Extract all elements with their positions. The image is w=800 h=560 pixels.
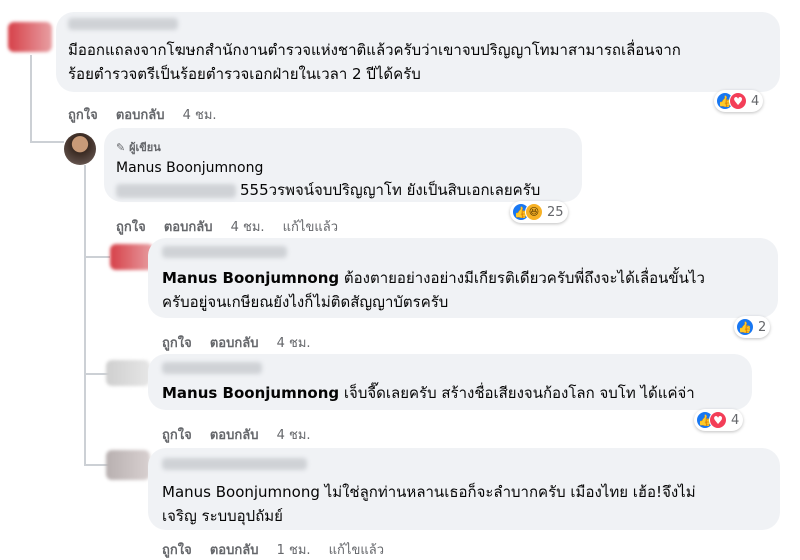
timestamp[interactable]: 4 ชม. (277, 428, 311, 443)
avatar[interactable] (106, 450, 150, 480)
reaction-count: 4 (731, 412, 740, 428)
comment-actions: ถูกใจ ตอบกลับ 4 ชม. (162, 424, 325, 445)
reaction-summary[interactable]: 👍 ♥ 4 (694, 409, 744, 431)
author-badge: ✎ ผู้เขียน (116, 141, 161, 154)
thread-connector (84, 256, 110, 258)
edited-label[interactable]: แก้ไขแล้ว (329, 543, 384, 558)
reaction-summary[interactable]: 👍 2 (734, 316, 771, 338)
comment-actions: ถูกใจ ตอบกลับ 4 ชม. (162, 332, 325, 353)
mention-redacted (116, 184, 236, 198)
comment-actions: ถูกใจ ตอบกลับ 1 ชม. แก้ไขแล้ว (162, 539, 398, 560)
reaction-count: 25 (547, 204, 564, 220)
comment-text: 555วรพจน์จบปริญญาโท ยังเป็นสิบเอกเลยครับ (240, 181, 541, 199)
avatar[interactable] (8, 22, 52, 52)
reply-link[interactable]: ตอบกลับ (116, 108, 165, 123)
comment-text: Manus Boonjumnong เจ็บจี๊ดเลยครับ สร้างช… (162, 384, 695, 402)
comment-actions: ถูกใจ ตอบกลับ 4 ชม. แก้ไขแล้ว (116, 216, 352, 237)
love-icon: ♥ (729, 92, 747, 110)
timestamp[interactable]: 1 ชม. (277, 543, 311, 558)
like-link[interactable]: ถูกใจ (162, 428, 192, 443)
commenter-name[interactable]: Manus Boonjumnong (116, 156, 263, 180)
timestamp[interactable]: 4 ชม. (277, 336, 311, 351)
like-link[interactable]: ถูกใจ (116, 220, 146, 235)
reaction-summary[interactable]: 👍 😆 25 (510, 201, 568, 223)
like-link[interactable]: ถูกใจ (162, 543, 192, 558)
like-icon: 👍 (736, 318, 754, 336)
reply-link[interactable]: ตอบกลับ (164, 220, 213, 235)
comment-text: ครับอยู่จนเกษียณยังไงก็ไม่ติดสัญญาบัตรคร… (162, 293, 449, 311)
comment-text: Manus Boonjumnong ต้องตายอย่างอย่างมีเกี… (162, 269, 705, 287)
reply-link[interactable]: ตอบกลับ (210, 336, 259, 351)
love-icon: ♥ (709, 411, 727, 429)
reply-link[interactable]: ตอบกลับ (210, 428, 259, 443)
haha-icon: 😆 (525, 203, 543, 221)
commenter-name-redacted (68, 18, 178, 30)
comment-text: มีออกแถลงจากโฆษกสำนักงานตำรวจแห่งชาติแล้… (68, 41, 681, 59)
thread-line (30, 55, 32, 143)
timestamp[interactable]: 4 ชม. (183, 108, 217, 123)
thread-line (84, 165, 86, 465)
author-avatar[interactable] (64, 133, 96, 165)
comment-text: เจริญ ระบบอุปถัมย์ (162, 507, 283, 525)
mention-link[interactable]: Manus Boonjumnong (162, 483, 320, 501)
commenter-name-redacted (162, 362, 262, 374)
mention-link[interactable]: Manus Boonjumnong (162, 384, 339, 402)
edited-label[interactable]: แก้ไขแล้ว (283, 220, 338, 235)
reaction-count: 2 (758, 319, 767, 335)
like-link[interactable]: ถูกใจ (68, 108, 98, 123)
timestamp[interactable]: 4 ชม. (231, 220, 265, 235)
avatar[interactable] (106, 360, 150, 386)
pencil-icon: ✎ (116, 141, 126, 154)
reaction-summary[interactable]: 👍 ♥ 4 (714, 90, 764, 112)
mention-link[interactable]: Manus Boonjumnong (162, 269, 339, 287)
like-link[interactable]: ถูกใจ (162, 336, 192, 351)
comment-text: ร้อยตำรวจตรีเป็นร้อยตำรวจเอกฝ่ายในเวลา 2… (68, 65, 421, 83)
reaction-count: 4 (751, 93, 760, 109)
thread-connector (30, 141, 64, 143)
commenter-name-redacted (162, 246, 287, 258)
commenter-name-redacted (162, 458, 307, 470)
comment-text: Manus Boonjumnong ไม่ใช่ลูกท่านหลานเธอก็… (162, 483, 696, 501)
comment-actions: ถูกใจ ตอบกลับ 4 ชม. (68, 104, 231, 125)
reply-link[interactable]: ตอบกลับ (210, 543, 259, 558)
comment-thread: มีออกแถลงจากโฆษกสำนักงานตำรวจแห่งชาติแล้… (0, 0, 800, 558)
